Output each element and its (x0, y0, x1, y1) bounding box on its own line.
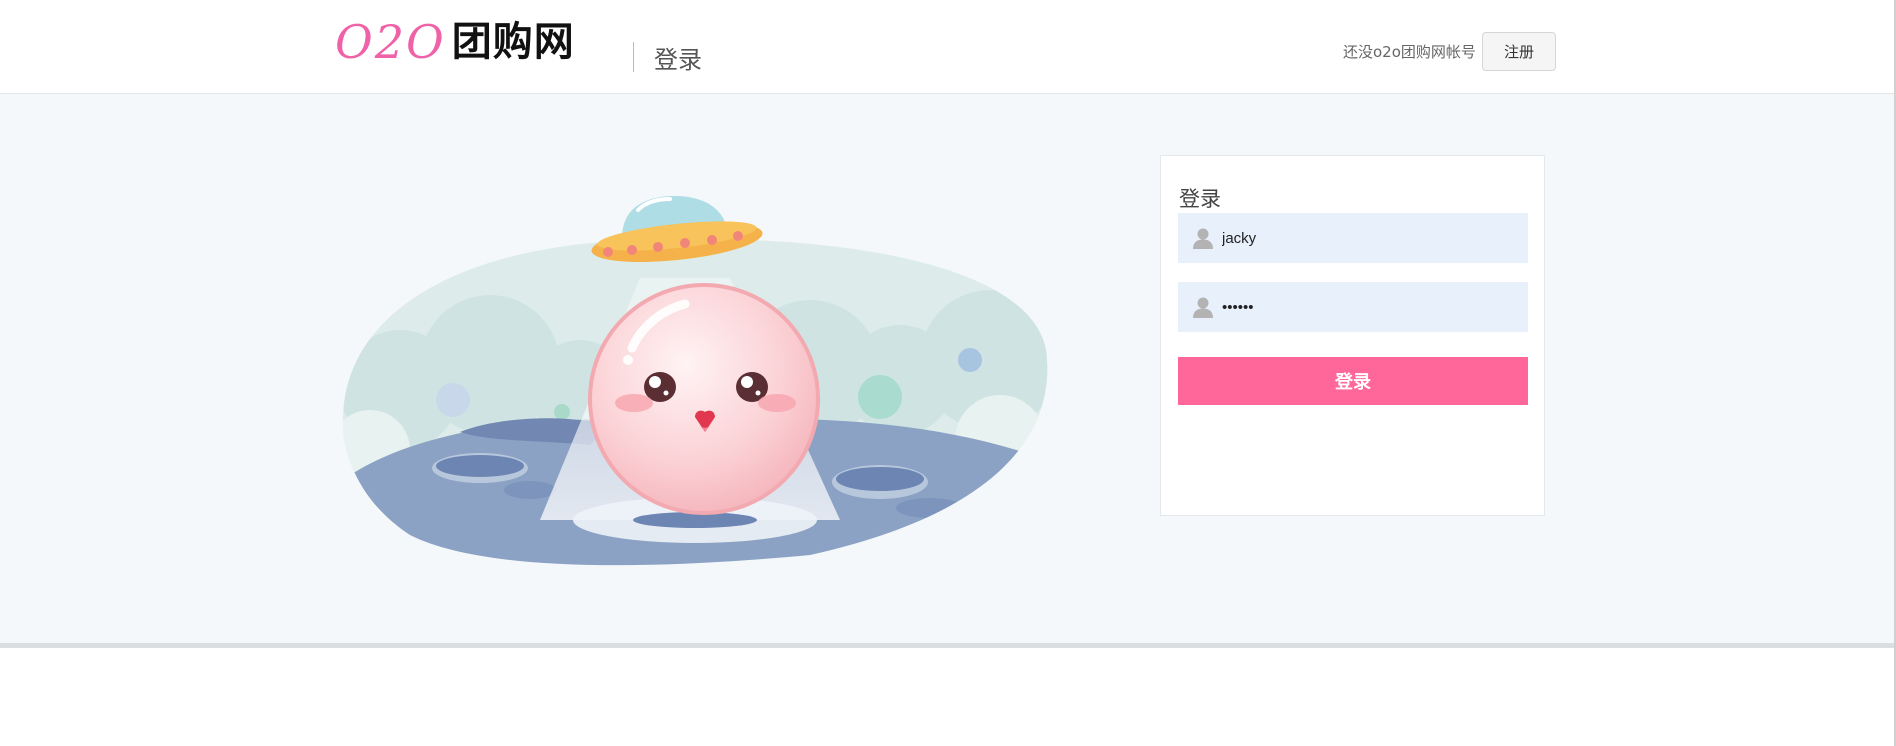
username-field[interactable] (1178, 213, 1528, 263)
password-field[interactable] (1178, 282, 1528, 332)
user-icon (1193, 228, 1213, 249)
bubble-character (588, 283, 820, 515)
ufo-bubble-illustration (342, 196, 1048, 566)
logo-cn-text: 团购网 (451, 19, 575, 65)
login-panel: 登录 登录 (1160, 155, 1545, 516)
login-title: 登录 (1179, 187, 1221, 211)
password-input[interactable] (1222, 282, 1518, 332)
login-submit-button[interactable]: 登录 (1178, 357, 1528, 405)
page-title: 登录 (654, 46, 702, 74)
site-logo[interactable]: O2O 团购网 (335, 18, 575, 66)
register-prompt-text: 还没o2o团购网帐号 (1343, 43, 1476, 61)
logo-o2o-text: O2O (335, 15, 446, 69)
header-divider (633, 42, 634, 72)
user-icon (1193, 297, 1213, 318)
footer-divider (0, 643, 1894, 648)
site-header: O2O 团购网 登录 还没o2o团购网帐号 注册 (0, 0, 1896, 94)
username-input[interactable] (1222, 213, 1518, 263)
register-button[interactable]: 注册 (1482, 32, 1556, 71)
